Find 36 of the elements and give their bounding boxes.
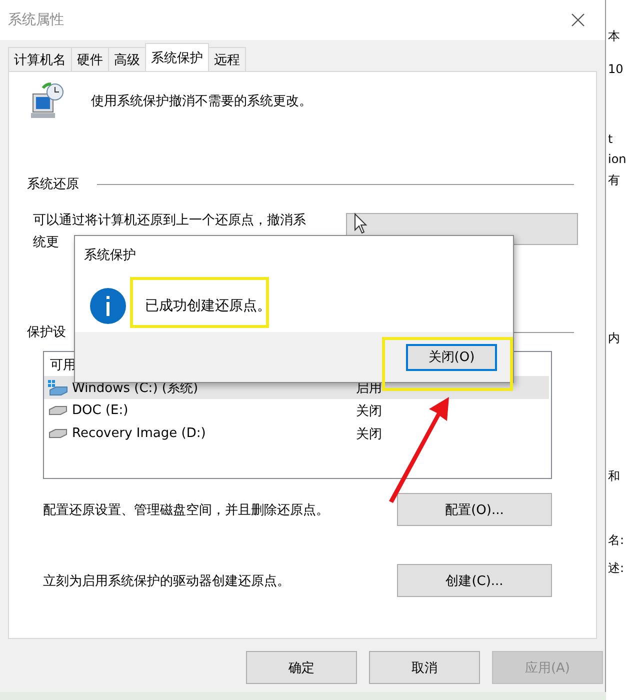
- create-button[interactable]: 创建(C)...: [397, 564, 552, 597]
- protection-status: 关闭: [356, 426, 382, 442]
- dialog-button[interactable]: 确定: [246, 651, 357, 684]
- section-heading: 保护设: [27, 324, 66, 341]
- description-text: 立刻为启用系统保护的驱动器创建还原点。: [43, 572, 290, 590]
- protection-status: 关闭: [356, 402, 382, 420]
- background-text: 内: [608, 330, 620, 347]
- background-text: 名:: [608, 532, 624, 549]
- drive-row[interactable]: DOC (E:) 关闭: [44, 399, 551, 422]
- background-text: 本: [608, 28, 620, 45]
- description-text: 使用系统保护撤消不需要的系统更改。: [91, 93, 312, 110]
- background-text: 10: [608, 62, 624, 76]
- background-text: ion: [608, 152, 626, 166]
- background-text: 和: [608, 468, 620, 485]
- computer-restore-icon: [29, 82, 65, 120]
- close-icon[interactable]: [571, 13, 585, 27]
- close-button[interactable]: 关闭(O): [406, 344, 497, 370]
- dialog-title: 系统保护: [83, 247, 137, 264]
- dialog-button[interactable]: 取消: [369, 651, 480, 684]
- drive-row[interactable]: Recovery Image (D:) 关闭: [44, 422, 551, 445]
- background-text: t: [608, 132, 613, 146]
- section-heading: 系统还原: [27, 176, 79, 193]
- background-text: 有: [608, 172, 620, 189]
- background-text: 述:: [608, 560, 624, 577]
- tab[interactable]: 计算机名: [8, 47, 72, 71]
- message-text: 已成功创建还原点。: [145, 297, 271, 315]
- tab[interactable]: 系统保护: [145, 43, 209, 71]
- description-text: 统更: [33, 234, 60, 251]
- drive-name: DOC (E:): [72, 403, 130, 418]
- configure-button[interactable]: 配置(O)...: [397, 493, 552, 526]
- window-title: 系统属性: [8, 11, 64, 29]
- info-icon: [89, 287, 127, 325]
- description-text: 可以通过将计算机还原到上一个还原点，撤消系: [33, 212, 306, 229]
- description-text: 配置还原设置、管理磁盘空间，并且删除还原点。: [43, 502, 329, 518]
- drive-name: Recovery Image (D:): [72, 426, 207, 441]
- tab[interactable]: 远程: [208, 47, 246, 71]
